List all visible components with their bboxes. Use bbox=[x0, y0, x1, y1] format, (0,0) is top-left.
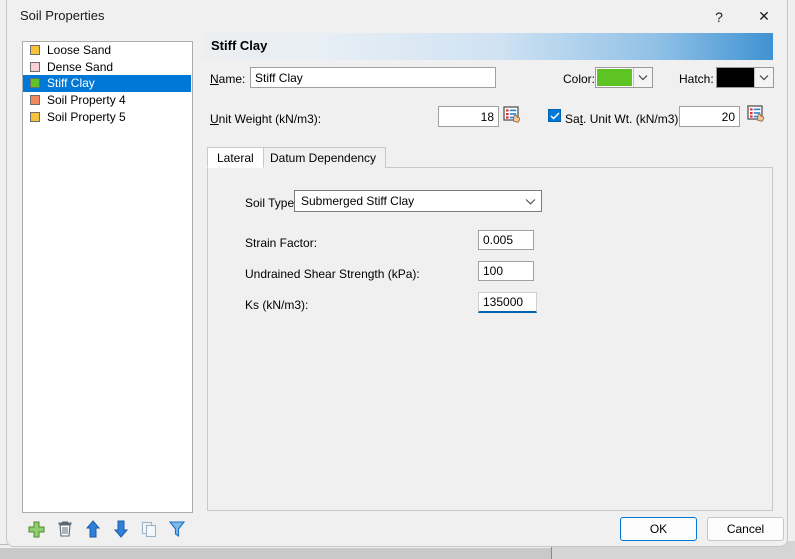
color-swatch-icon bbox=[30, 95, 40, 106]
add-icon[interactable] bbox=[27, 519, 46, 539]
strain-factor-input[interactable] bbox=[478, 230, 534, 250]
list-item-label: Dense Sand bbox=[47, 59, 114, 74]
cancel-button-label: Cancel bbox=[726, 522, 765, 536]
delete-icon[interactable] bbox=[55, 519, 74, 539]
ks-input[interactable] bbox=[478, 292, 537, 313]
hatch-label: Hatch: bbox=[679, 72, 714, 86]
list-item-label: Loose Sand bbox=[47, 43, 112, 58]
table-pick-icon[interactable] bbox=[747, 105, 767, 125]
soil-type-dropdown[interactable]: Submerged Stiff Clay bbox=[294, 190, 542, 212]
tab-strip: Lateral Datum Dependency bbox=[207, 147, 773, 168]
color-preview-swatch bbox=[596, 68, 633, 87]
detail-banner: Stiff Clay bbox=[203, 33, 773, 60]
list-toolbar bbox=[27, 517, 197, 541]
tab-datum-dependency[interactable]: Datum Dependency bbox=[260, 147, 387, 168]
color-dropdown[interactable] bbox=[595, 67, 653, 88]
page-title: Stiff Clay bbox=[211, 38, 268, 53]
soil-list[interactable]: Loose Sand Dense Sand Stiff Clay Soil Pr… bbox=[22, 41, 193, 513]
list-item[interactable]: Loose Sand bbox=[23, 42, 192, 59]
question-mark-icon: ? bbox=[715, 8, 723, 25]
sat-unit-weight-input[interactable] bbox=[679, 106, 740, 127]
list-item[interactable]: Dense Sand bbox=[23, 59, 192, 76]
filter-icon[interactable] bbox=[167, 519, 186, 539]
window-title: Soil Properties bbox=[20, 8, 105, 23]
close-icon: ✕ bbox=[758, 8, 770, 24]
tab-label: Lateral bbox=[217, 150, 254, 165]
move-down-icon[interactable] bbox=[111, 519, 130, 539]
soil-detail-panel: Stiff Clay Name: Color: Hatch: Unit Weig… bbox=[203, 33, 774, 513]
list-item-label: Soil Property 4 bbox=[47, 93, 126, 108]
lateral-tab-panel: Soil Type: Submerged Stiff Clay Strain F… bbox=[207, 167, 773, 511]
ks-label: Ks (kN/m3): bbox=[245, 298, 309, 312]
list-item[interactable]: Soil Property 4 bbox=[23, 92, 192, 109]
ok-button-label: OK bbox=[649, 522, 668, 536]
move-up-icon[interactable] bbox=[83, 519, 102, 539]
color-swatch-icon bbox=[30, 78, 40, 89]
ok-button[interactable]: OK bbox=[620, 517, 697, 541]
list-item[interactable]: Soil Property 5 bbox=[23, 108, 192, 125]
title-bar: Soil Properties ? ✕ bbox=[7, 0, 787, 33]
chevron-down-icon[interactable] bbox=[633, 68, 652, 87]
name-label: Name: bbox=[210, 72, 246, 86]
sat-unit-weight-checkbox[interactable] bbox=[548, 109, 561, 122]
soil-type-label: Soil Type: bbox=[245, 196, 298, 210]
sat-unit-weight-label: Sat. Unit Wt. (kN/m3): bbox=[565, 112, 682, 126]
chevron-down-icon[interactable] bbox=[519, 198, 541, 205]
color-label: Color: bbox=[563, 72, 596, 86]
color-swatch-icon bbox=[30, 61, 40, 72]
color-swatch-icon bbox=[30, 45, 40, 56]
name-input[interactable] bbox=[250, 67, 496, 88]
duplicate-icon[interactable] bbox=[139, 519, 158, 539]
help-button[interactable]: ? bbox=[696, 0, 742, 33]
cancel-button[interactable]: Cancel bbox=[707, 517, 784, 541]
tab-label: Datum Dependency bbox=[270, 151, 377, 165]
unit-weight-input[interactable] bbox=[438, 106, 499, 127]
soil-type-value: Submerged Stiff Clay bbox=[301, 194, 415, 208]
close-button[interactable]: ✕ bbox=[741, 0, 787, 33]
tab-lateral[interactable]: Lateral bbox=[207, 147, 264, 168]
undrained-shear-strength-input[interactable] bbox=[478, 261, 534, 281]
strain-factor-label: Strain Factor: bbox=[245, 236, 318, 250]
hatch-dropdown[interactable] bbox=[716, 67, 774, 88]
chevron-down-icon[interactable] bbox=[754, 68, 773, 87]
list-item-label: Stiff Clay bbox=[47, 76, 95, 91]
hatch-preview-swatch bbox=[717, 68, 754, 87]
soil-properties-dialog: Soil Properties ? ✕ Loose Sand Dense San… bbox=[6, 0, 788, 547]
list-item-label: Soil Property 5 bbox=[47, 109, 126, 124]
color-swatch-icon bbox=[30, 111, 40, 122]
table-pick-icon[interactable] bbox=[503, 106, 523, 126]
unit-weight-label: Unit Weight (kN/m3): bbox=[210, 112, 322, 126]
list-item-selected[interactable]: Stiff Clay bbox=[23, 75, 191, 92]
undrained-shear-strength-label: Undrained Shear Strength (kPa): bbox=[245, 267, 420, 281]
